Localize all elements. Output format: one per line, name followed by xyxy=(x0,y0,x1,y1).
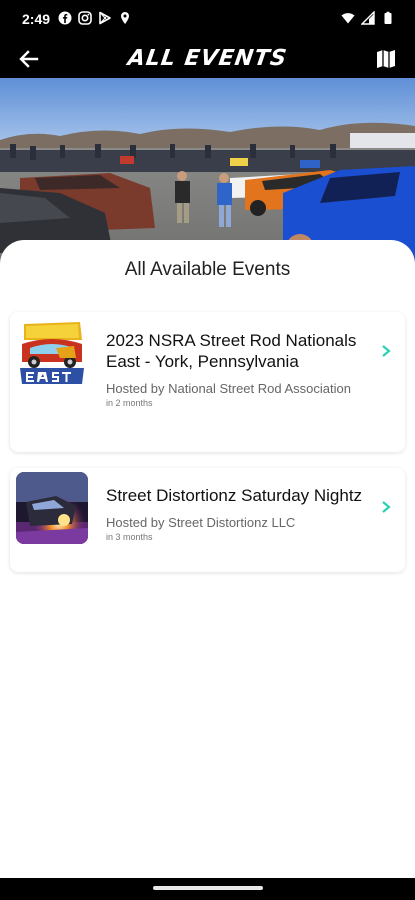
event-thumbnail xyxy=(16,318,88,390)
event-name: Street Distortionz Saturday Nightz xyxy=(106,486,363,505)
facebook-icon xyxy=(58,11,72,25)
location-icon xyxy=(121,12,129,24)
status-time: 2:49 xyxy=(22,11,51,27)
battery-icon xyxy=(384,11,392,24)
home-gesture-handle[interactable] xyxy=(153,886,263,890)
map-button[interactable] xyxy=(371,44,401,74)
event-card[interactable]: 2023 NSRA Street Rod Nationals East - Yo… xyxy=(10,312,405,452)
event-details: Street Distortionz Saturday Nightz Hoste… xyxy=(106,485,369,542)
event-when: in 2 months xyxy=(106,398,153,408)
event-card[interactable]: Street Distortionz Saturday Nightz Hoste… xyxy=(10,468,405,572)
event-when: in 3 months xyxy=(106,532,153,542)
map-icon xyxy=(377,50,395,68)
system-nav-bar xyxy=(0,878,415,900)
event-name: 2023 NSRA Street Rod Nationals East - Yo… xyxy=(106,331,357,371)
wifi-icon xyxy=(341,13,355,24)
section-title: All Available Events xyxy=(124,259,291,280)
drag-car-photo xyxy=(16,472,88,544)
event-host: Hosted by National Street Rod Associatio… xyxy=(106,381,351,396)
page-title: ALL EVENTS xyxy=(126,46,289,71)
events-sheet: All Available Events 2023 NSRA Street Ro… xyxy=(0,240,415,878)
app-bar: ALL EVENTS xyxy=(0,38,415,78)
signal-icon xyxy=(361,11,375,25)
notification-icons xyxy=(58,11,132,25)
play-store-icon xyxy=(99,11,111,25)
chevron-right-icon xyxy=(382,345,391,357)
system-icons xyxy=(341,11,395,25)
event-details: 2023 NSRA Street Rod Nationals East - Yo… xyxy=(106,330,369,408)
event-host: Hosted by Street Distortionz LLC xyxy=(106,515,296,530)
instagram-icon xyxy=(78,11,92,25)
event-thumbnail xyxy=(16,472,88,544)
status-bar: 2:49 xyxy=(0,0,415,38)
street-rod-nationals-east-logo xyxy=(16,318,88,390)
chevron-right-icon xyxy=(382,501,391,513)
